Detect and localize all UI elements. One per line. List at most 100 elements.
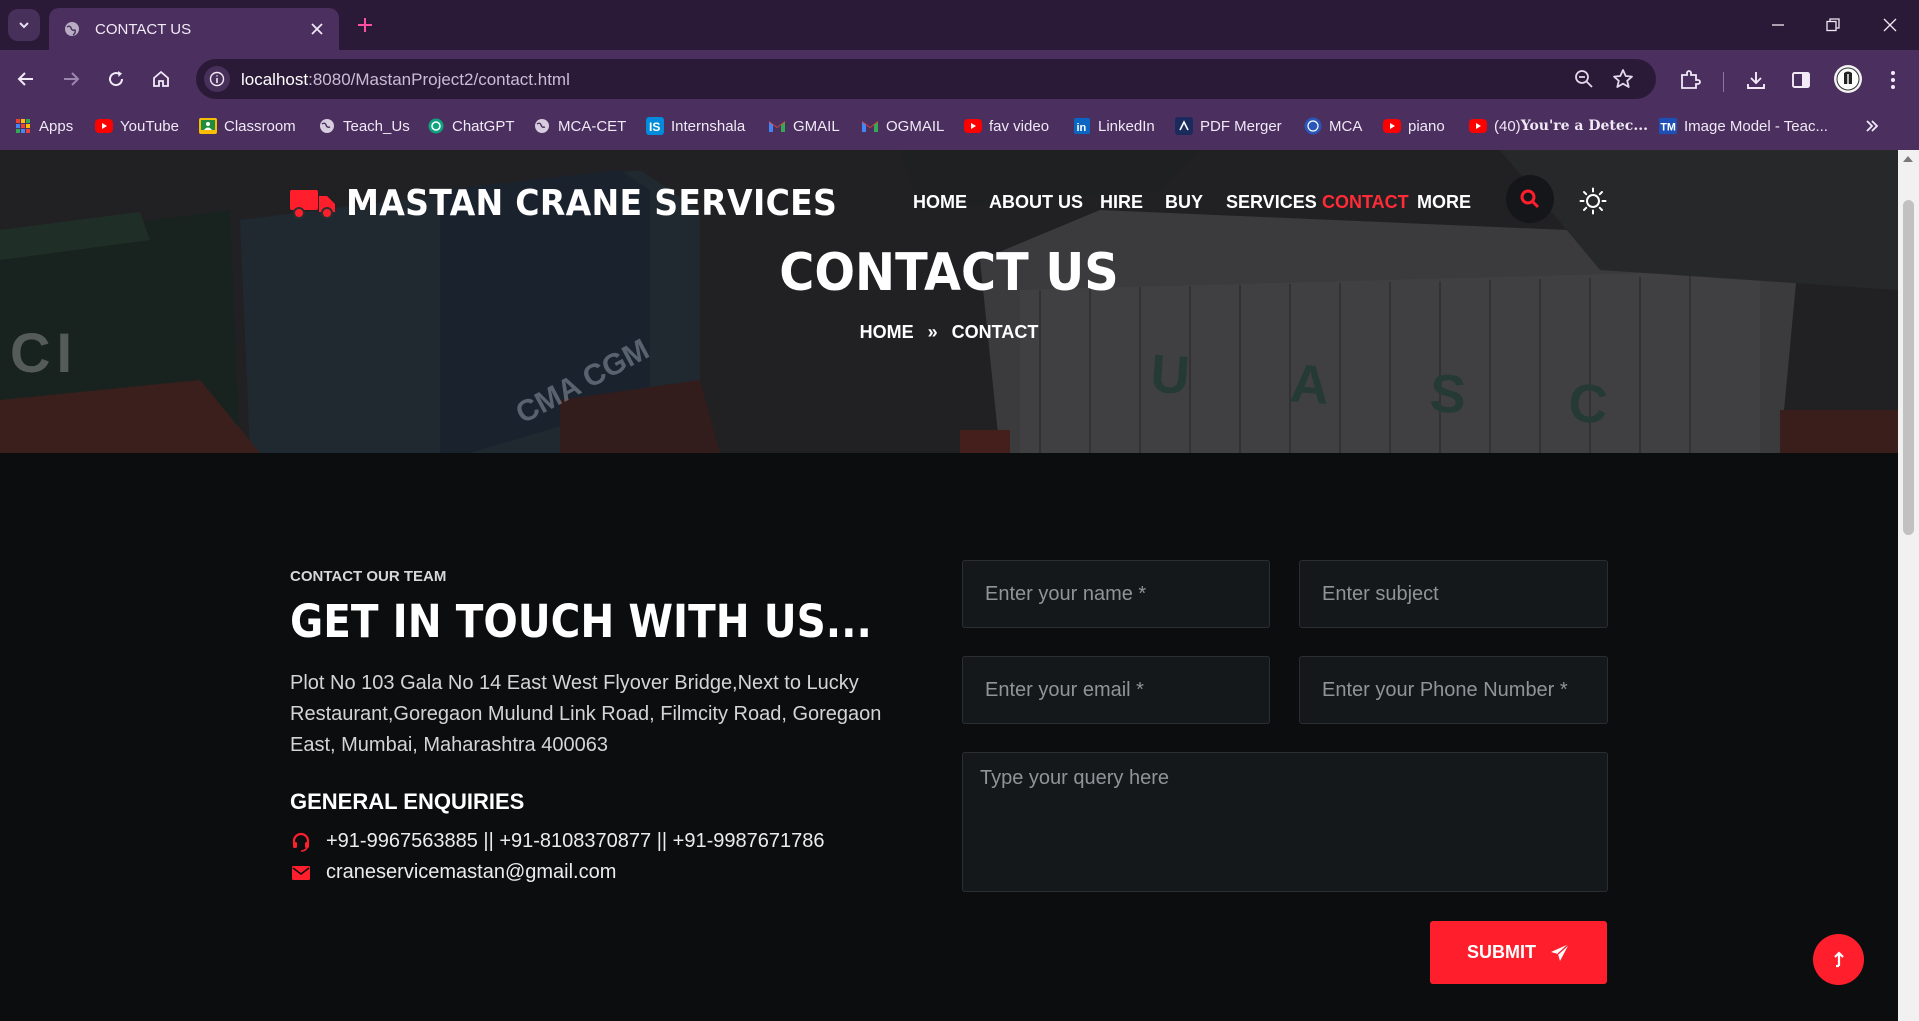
bookmarks-overflow-icon[interactable] xyxy=(1862,116,1882,136)
breadcrumb-separator-icon: » xyxy=(927,322,938,342)
sun-icon xyxy=(1579,187,1607,215)
nav-hire[interactable]: HIRE xyxy=(1100,192,1143,213)
scroll-up-arrow-icon[interactable] xyxy=(1903,156,1913,162)
phone-input[interactable] xyxy=(1299,656,1608,724)
arrow-right-icon xyxy=(64,72,80,86)
bookmark-star-icon[interactable] xyxy=(1612,68,1634,95)
theme-toggle-button[interactable] xyxy=(1578,186,1608,216)
bookmark-linkedin[interactable]: in LinkedIn xyxy=(1073,108,1155,144)
bookmark-fav-video[interactable]: fav video xyxy=(964,108,1049,144)
downloads-icon[interactable] xyxy=(1743,67,1769,93)
internshala-icon: IS xyxy=(646,117,664,135)
browser-toolbar: localhost:8080/MastanProject2/contact.ht… xyxy=(0,50,1919,108)
nav-buy[interactable]: BUY xyxy=(1165,192,1203,213)
section-eyebrow: CONTACT OUR TEAM xyxy=(290,568,447,585)
globe-icon xyxy=(533,117,551,135)
submit-button[interactable]: SUBMIT xyxy=(1430,921,1607,984)
site-search-button[interactable] xyxy=(1506,175,1554,223)
tab-close-icon[interactable] xyxy=(307,19,327,39)
email-row: craneservicemastan@gmail.com xyxy=(290,861,616,884)
minimize-icon xyxy=(1772,24,1784,26)
bookmark-gmail[interactable]: GMAIL xyxy=(768,108,840,144)
truck-icon xyxy=(290,189,335,219)
reload-button[interactable] xyxy=(102,65,130,93)
page-viewport: CI CMA CGM U A S C MASTAN CRANE SERVICES… xyxy=(0,150,1898,1021)
bookmark-classroom[interactable]: Classroom xyxy=(199,108,296,144)
nav-more[interactable]: MORE xyxy=(1417,192,1471,213)
bookmark-internshala[interactable]: IS Internshala xyxy=(646,108,745,144)
arrow-up-icon xyxy=(1833,950,1844,967)
restore-button[interactable] xyxy=(1818,12,1848,38)
back-button[interactable] xyxy=(12,65,40,93)
bookmark-youtube[interactable]: YouTube xyxy=(95,108,179,144)
profile-avatar[interactable] xyxy=(1834,65,1862,93)
svg-text:TM: TM xyxy=(1660,122,1676,134)
subject-input[interactable] xyxy=(1299,560,1608,628)
close-icon xyxy=(1883,18,1897,32)
classroom-icon xyxy=(199,117,217,135)
bookmark-mca[interactable]: MCA xyxy=(1304,108,1362,144)
address-text: Plot No 103 Gala No 14 East West Flyover… xyxy=(290,672,882,756)
zoom-icon[interactable] xyxy=(1574,69,1594,94)
youtube-icon xyxy=(95,117,113,135)
page-title: CONTACT US xyxy=(779,243,1119,303)
brand-name: MASTAN CRANE SERVICES xyxy=(346,183,838,224)
bookmark-pdf-merger[interactable]: PDF Merger xyxy=(1175,108,1282,144)
svg-text:IS: IS xyxy=(649,120,660,134)
close-window-button[interactable] xyxy=(1875,12,1905,38)
home-button[interactable] xyxy=(147,65,175,93)
url-text[interactable]: localhost:8080/MastanProject2/contact.ht… xyxy=(241,70,570,90)
tab-search-button[interactable] xyxy=(8,9,40,41)
apps-grid-icon xyxy=(14,117,32,135)
query-textarea[interactable] xyxy=(962,752,1608,892)
site-info-icon[interactable] xyxy=(204,66,230,92)
new-tab-button[interactable] xyxy=(352,12,378,38)
reload-icon xyxy=(109,71,124,87)
section-title: GET IN TOUCH WITH US... xyxy=(290,595,872,648)
bookmark-image-model[interactable]: TM Image Model - Teac... xyxy=(1659,108,1828,144)
plus-icon xyxy=(358,18,372,32)
bookmark-mca-cet[interactable]: MCA-CET xyxy=(533,108,626,144)
avatar-icon xyxy=(1836,67,1860,91)
arrow-left-icon xyxy=(17,72,33,86)
nav-services[interactable]: SERVICES xyxy=(1226,192,1317,213)
bookmark-piano[interactable]: piano xyxy=(1383,108,1445,144)
bookmark-teach-us[interactable]: Teach_Us xyxy=(318,108,410,144)
nav-contact[interactable]: CONTACT xyxy=(1322,192,1409,213)
bookmark-apps[interactable]: Apps xyxy=(14,108,73,144)
back-to-top-button[interactable] xyxy=(1813,934,1864,985)
name-input[interactable] xyxy=(962,560,1270,628)
envelope-icon xyxy=(290,862,312,884)
mca-icon xyxy=(1304,117,1322,135)
nav-about-us[interactable]: ABOUT US xyxy=(989,192,1083,213)
breadcrumb: HOME » CONTACT xyxy=(0,322,1898,343)
bookmark-chatgpt[interactable]: ChatGPT xyxy=(427,108,515,144)
headset-icon xyxy=(290,831,312,853)
svg-text:in: in xyxy=(1077,122,1087,134)
bookmark-youre-a-detective[interactable]: (40) You're a Detec... xyxy=(1469,108,1648,144)
forward-button[interactable] xyxy=(57,65,85,93)
browser-tab-active[interactable]: CONTACT US xyxy=(49,8,339,50)
breadcrumb-home[interactable]: HOME xyxy=(860,322,914,343)
restore-icon xyxy=(1826,18,1840,32)
side-panel-icon[interactable] xyxy=(1788,67,1814,93)
scrollbar-thumb[interactable] xyxy=(1903,200,1914,535)
home-icon xyxy=(153,70,169,87)
bookmark-ogmail[interactable]: OGMAIL xyxy=(861,108,944,144)
enquiries-heading: GENERAL ENQUIRIES xyxy=(290,789,525,814)
address-bar[interactable]: localhost:8080/MastanProject2/contact.ht… xyxy=(196,59,1656,99)
chatgpt-icon xyxy=(427,117,445,135)
email-input[interactable] xyxy=(962,656,1270,724)
browser-menu-icon[interactable] xyxy=(1880,67,1906,93)
chevron-down-icon xyxy=(19,22,29,29)
minimize-button[interactable] xyxy=(1763,12,1793,38)
browser-tab-strip: CONTACT US xyxy=(0,0,1919,50)
page-scrollbar[interactable] xyxy=(1898,150,1919,1021)
tm-icon: TM xyxy=(1659,117,1677,135)
site-logo[interactable]: MASTAN CRANE SERVICES xyxy=(290,183,880,224)
youtube-icon xyxy=(964,117,982,135)
nav-home[interactable]: HOME xyxy=(913,192,967,213)
email-address[interactable]: craneservicemastan@gmail.com xyxy=(326,861,616,884)
extensions-icon[interactable] xyxy=(1677,67,1703,93)
globe-icon xyxy=(318,117,336,135)
